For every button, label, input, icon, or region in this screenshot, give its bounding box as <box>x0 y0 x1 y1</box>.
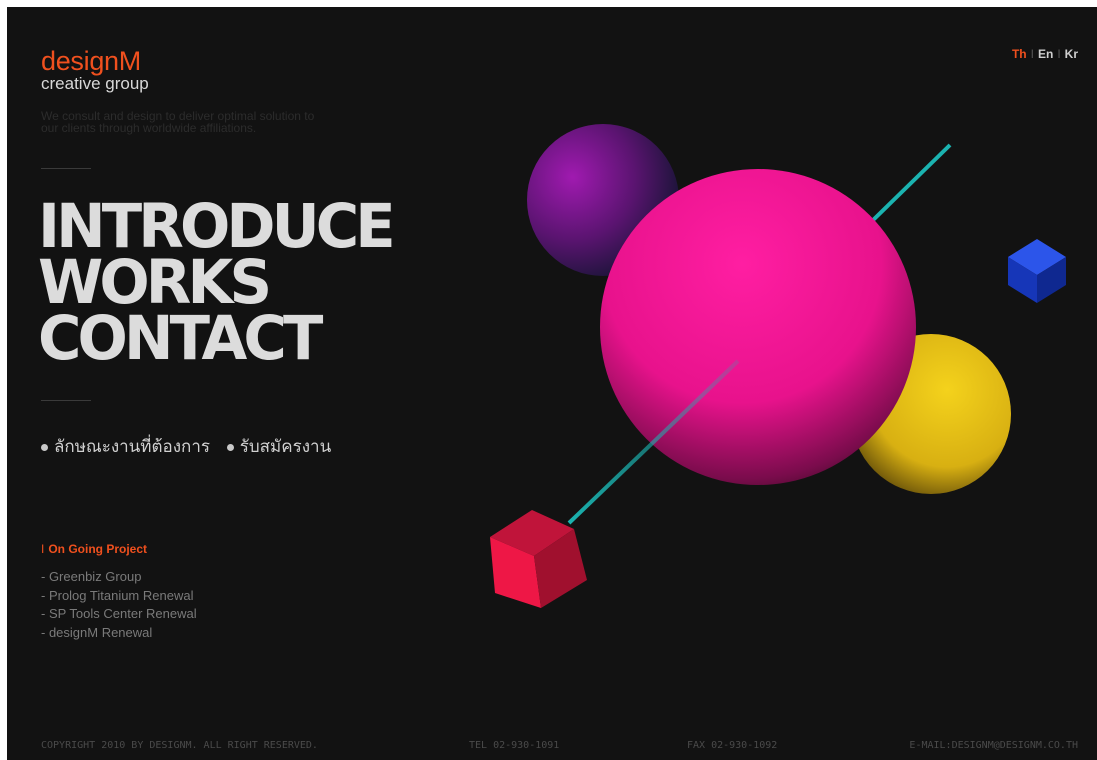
red-cube <box>490 510 587 608</box>
hero-artwork <box>490 124 1066 608</box>
pink-sphere <box>600 169 916 485</box>
footer-tel: TEL 02-930-1091 <box>469 740 560 751</box>
footer-copyright: COPYRIGHT 2010 BY DESIGNM. ALL RIGHT RES… <box>41 740 318 751</box>
footer-fax: FAX 02-930-1092 <box>687 740 778 751</box>
page-frame: designM creative group We consult and de… <box>7 7 1097 760</box>
diagonal-line-upper <box>866 143 952 227</box>
footer-email[interactable]: E-MAIL:DESIGNM@DESIGNM.CO.TH <box>909 740 1078 751</box>
blue-cube <box>1008 239 1066 303</box>
